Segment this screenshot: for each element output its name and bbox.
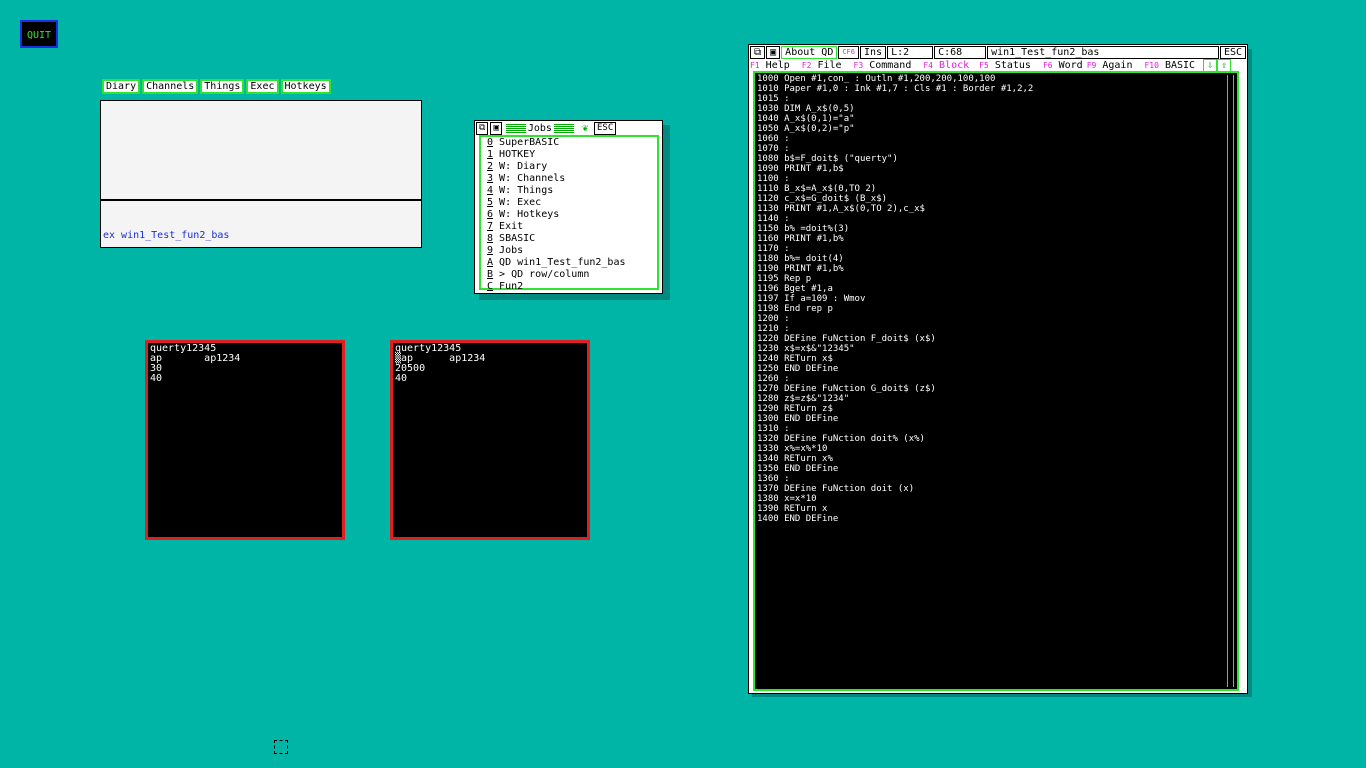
esc-button[interactable]: ESC (1219, 46, 1246, 59)
menu-status[interactable]: F5 Status (979, 60, 1031, 71)
job-item[interactable]: C Fun2 (487, 281, 657, 293)
menu-block[interactable]: F4 Block (923, 60, 969, 71)
tab-diary[interactable]: Diary (102, 79, 141, 94)
job-item[interactable]: A QD win1_Test_fun2_bas (487, 257, 657, 269)
job-item[interactable]: 1 HOTKEY (487, 149, 657, 161)
tab-things[interactable]: Things (200, 79, 245, 94)
menu-help[interactable]: F1 Help (750, 60, 790, 71)
resize-window-icon[interactable]: ▣ (766, 46, 781, 59)
jobs-list: 0 SuperBASIC 1 HOTKEY 2 W: Diary 3 W: Ch… (479, 135, 659, 293)
move-window-icon[interactable]: ⧉ (750, 46, 766, 59)
wake-icon[interactable]: ❦ (582, 123, 588, 134)
menu-again[interactable]: F9 Again (1087, 60, 1133, 71)
tab-hotkeys[interactable]: Hotkeys (280, 79, 331, 94)
editor-scrollbar[interactable] (1227, 75, 1234, 687)
scroll-down-icon[interactable]: ⇩ (1203, 58, 1218, 72)
jobs-title: Jobs (527, 123, 552, 134)
output-window-1[interactable]: querty12345 ap ap1234 30 40 (145, 340, 345, 540)
esc-button[interactable]: ESC (593, 122, 617, 135)
title-stripe (505, 124, 526, 133)
hotkey-tab-bar: Diary Channels Things Exec Hotkeys (102, 79, 331, 94)
command-line[interactable]: ex win1_Test_fun2_bas (103, 230, 229, 241)
panel-divider (101, 199, 421, 201)
job-item[interactable]: 0 SuperBASIC (487, 137, 657, 149)
title-stripe (553, 124, 574, 133)
scroll-up-icon[interactable]: ⇧ (1217, 58, 1232, 72)
resize-window-icon[interactable]: ▣ (490, 122, 502, 135)
tab-channels[interactable]: Channels (142, 79, 199, 94)
job-item[interactable]: 9 Jobs (487, 245, 657, 257)
filename-field[interactable]: win1_Test_fun2_bas (987, 46, 1219, 59)
jobs-header: ⧉ ▣ Jobs ❦ ESC (476, 122, 661, 135)
job-item[interactable]: B > QD row/column (487, 269, 657, 281)
menu-file[interactable]: F2 File (802, 60, 842, 71)
editor-text-area[interactable]: 1000 Open #1,con_ : Outln #1,200,200,100… (753, 71, 1239, 691)
job-item[interactable]: 4 W: Things (487, 185, 657, 197)
move-window-icon[interactable]: ⧉ (476, 122, 489, 135)
editor-function-key-bar: F1 Help F2 File F3 Command F4 Block F5 S… (750, 58, 1246, 72)
tab-exec[interactable]: Exec (246, 79, 279, 94)
source-code[interactable]: 1000 Open #1,con_ : Outln #1,200,200,100… (757, 74, 1235, 524)
job-item[interactable]: 7 Exit (487, 221, 657, 233)
selection-icon (274, 740, 288, 754)
job-item[interactable]: 8 SBASIC (487, 233, 657, 245)
job-item[interactable]: 5 W: Exec (487, 197, 657, 209)
menu-basic[interactable]: F10 BASIC (1144, 60, 1195, 71)
output-window-2[interactable]: querty12345 ▒ap ap1234 20500 40 (390, 340, 590, 540)
job-item[interactable]: 2 W: Diary (487, 161, 657, 173)
menu-word[interactable]: F6 Word (1043, 60, 1083, 71)
menu-command[interactable]: F3 Command (854, 60, 912, 71)
job-item[interactable]: 3 W: Channels (487, 173, 657, 185)
editor-window[interactable]: ⧉ ▣ About QD CF6 Ins L:2 C:68 win1_Test_… (748, 44, 1248, 694)
cf6-key-label: CF6 (838, 46, 859, 59)
insert-mode-indicator[interactable]: Ins (860, 46, 887, 59)
job-item[interactable]: 6 W: Hotkeys (487, 209, 657, 221)
about-button[interactable]: About QD (781, 46, 838, 59)
column-indicator: C:68 (934, 46, 987, 59)
exec-panel[interactable]: ex win1_Test_fun2_bas (100, 100, 422, 248)
quit-button[interactable]: QUIT (20, 20, 58, 48)
jobs-window[interactable]: ⧉ ▣ Jobs ❦ ESC 0 SuperBASIC 1 HOTKEY 2 W… (474, 120, 663, 294)
line-indicator: L:2 (887, 46, 934, 59)
editor-title-bar: ⧉ ▣ About QD CF6 Ins L:2 C:68 win1_Test_… (750, 46, 1246, 59)
